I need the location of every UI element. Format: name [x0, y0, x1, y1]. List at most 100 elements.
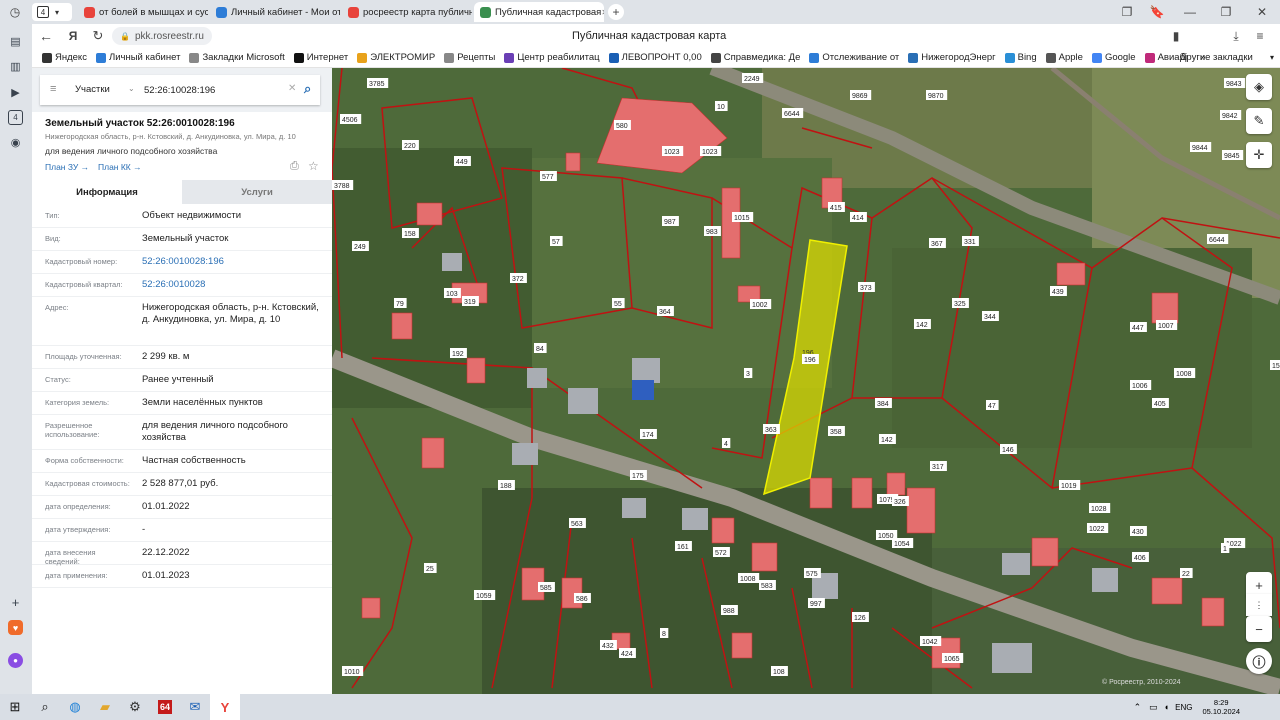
more-button[interactable]: ⋮ [1246, 594, 1272, 616]
bookmark-item[interactable]: Bing [1004, 52, 1037, 63]
parcel-label[interactable]: 249 [352, 241, 369, 251]
parcel-label[interactable]: 158 [402, 228, 419, 238]
bookmark-item[interactable]: Интернет [293, 52, 348, 63]
parcel-label[interactable]: 103 [444, 288, 461, 298]
parcel-label[interactable]: 220 [402, 140, 419, 150]
parcel-label[interactable]: 47 [986, 400, 999, 410]
edge-icon[interactable]: ◍ [60, 694, 90, 720]
parcel-label[interactable]: 563 [569, 518, 586, 528]
parcel-label[interactable]: 9844 [1190, 142, 1212, 152]
parcel-label[interactable]: 987 [662, 216, 679, 226]
parcel-label[interactable]: 1023 [662, 146, 684, 156]
close-icon[interactable]: ✕ [601, 8, 604, 17]
alice-icon[interactable]: ● [8, 653, 23, 668]
parcel-label[interactable]: 1006 [1130, 380, 1152, 390]
parcel-label[interactable]: 1022 [1087, 523, 1109, 533]
browser-tab[interactable]: Публичная кадастровая✕ [474, 2, 604, 22]
close-icon[interactable]: ✕ [1244, 5, 1280, 19]
parcel-label[interactable]: 430 [1130, 526, 1147, 536]
bookmark-item[interactable]: Рецепты [444, 52, 495, 63]
tab-counter[interactable]: 4 ▾ [32, 3, 72, 21]
parcel-label[interactable]: 108 [771, 666, 788, 676]
star-icon[interactable]: ☆ [308, 159, 319, 173]
tab-information[interactable]: Информация [32, 180, 182, 204]
bookmark-item[interactable]: ЛЕВОПРОНТ 0,00 [608, 52, 702, 63]
volume-icon[interactable]: ◖ [1164, 702, 1169, 712]
parcel-label[interactable]: 174 [640, 429, 657, 439]
search-input[interactable] [144, 82, 284, 98]
plan-zu-link[interactable]: План ЗУ → [45, 162, 89, 172]
parcel-label[interactable]: 372 [510, 273, 527, 283]
parcel-label[interactable]: 1042 [920, 636, 942, 646]
parcel-label[interactable]: 325 [952, 298, 969, 308]
parcel-label[interactable]: 439 [1050, 286, 1067, 296]
bookmark-item[interactable]: ЭЛЕКТРОМИР [357, 52, 435, 63]
bookmark-item[interactable]: Личный кабинет [95, 52, 180, 63]
mail-icon[interactable]: ✉ [180, 694, 210, 720]
parcel-label[interactable]: 997 [808, 598, 825, 608]
parcel-label[interactable]: 57 [550, 236, 563, 246]
download-icon[interactable]: ⤓ [1228, 29, 1244, 44]
parcel-label[interactable]: 586 [574, 593, 591, 603]
parcel-label[interactable]: 196 [802, 354, 819, 364]
parcel-label[interactable]: 161 [675, 541, 692, 551]
parcel-label[interactable]: 126 [852, 612, 869, 622]
measure-button[interactable]: ✎ [1246, 108, 1272, 134]
parcel-label[interactable]: 3785 [367, 78, 389, 88]
parcel-label[interactable]: 384 [875, 398, 892, 408]
yandex-icon[interactable]: Я [60, 29, 86, 43]
feed-icon[interactable]: ▤ [8, 34, 23, 49]
bookmark-item[interactable]: Закладки Microsoft [189, 52, 285, 63]
minimize-icon[interactable]: — [1172, 5, 1208, 19]
parcel-label[interactable]: 326 [892, 496, 909, 506]
clear-icon[interactable]: ✕ [288, 83, 296, 94]
parcel-label[interactable]: 406 [1132, 552, 1149, 562]
parcel-label[interactable]: 10 [715, 101, 728, 111]
map-canvas[interactable]: 196 3785 4506 3788 249 220 449 577 580 1023 1023 1… [332, 68, 1280, 694]
parcel-label[interactable]: 8 [660, 628, 669, 638]
parcel-label[interactable]: 583 [759, 580, 776, 590]
bookmark-item[interactable]: Справмедика: Де [710, 52, 800, 63]
parcel-label[interactable]: 317 [930, 461, 947, 471]
parcel-label[interactable]: 4 [722, 438, 731, 448]
bookmark-item[interactable]: Google [1091, 52, 1136, 63]
parcel-label[interactable]: 988 [721, 605, 738, 615]
parcel-label[interactable]: 1023 [700, 146, 722, 156]
parcel-label[interactable]: 575 [804, 568, 821, 578]
parcel-label[interactable]: 1028 [1089, 503, 1111, 513]
parcel-label[interactable]: 1007 [1156, 320, 1178, 330]
bookmark-item[interactable]: НижегородЭнерг [908, 52, 996, 63]
parcel-label[interactable]: 364 [657, 306, 674, 316]
parcel-label[interactable]: 358 [828, 426, 845, 436]
parcel-label[interactable]: 405 [1152, 398, 1169, 408]
cadastral-map[interactable]: 196 3785 4506 3788 249 220 449 577 580 1023 1023 1… [332, 68, 1280, 694]
category-select[interactable]: Участки [75, 84, 110, 95]
other-bookmarks[interactable]: Другие закладки [1180, 52, 1253, 63]
parcel-label[interactable]: 6644 [782, 108, 804, 118]
zoom-out-button[interactable]: − [1246, 616, 1272, 642]
bookmark-item[interactable]: Отслеживание от [809, 52, 899, 63]
clock[interactable]: 8:29 05.10.2024 [1202, 698, 1240, 716]
back-icon[interactable]: ← [32, 28, 60, 44]
parcel-label[interactable]: 55 [612, 298, 625, 308]
history-icon[interactable]: ◷ [0, 0, 30, 24]
explorer-icon[interactable]: ▰ [90, 694, 120, 720]
app-icon[interactable]: ♥ [8, 620, 23, 635]
parcel-label[interactable]: 447 [1130, 322, 1147, 332]
url-field[interactable]: 🔒 pkk.rosreestr.ru [112, 27, 212, 45]
bookmark-icon[interactable]: 🔖 [1142, 5, 1172, 19]
reload-icon[interactable]: ↻ [86, 28, 110, 44]
parcel-label[interactable]: 2249 [742, 73, 764, 83]
parcel-label[interactable]: 580 [614, 120, 631, 130]
network-icon[interactable]: ▭ [1149, 702, 1158, 713]
parcel-label[interactable]: 9869 [850, 90, 872, 100]
parcel-label[interactable]: 9845 [1222, 150, 1244, 160]
parcel-label[interactable]: 150 [1270, 360, 1280, 370]
parcel-label[interactable]: 6644 [1207, 234, 1229, 244]
parcel-label[interactable]: 373 [858, 282, 875, 292]
parcel-label[interactable]: 9870 [926, 90, 948, 100]
new-tab-icon[interactable]: + [608, 4, 624, 20]
browser-tab[interactable]: от болей в мышцах и сус✕ [78, 2, 208, 22]
parcel-label[interactable]: 1008 [1174, 368, 1196, 378]
bookmark-item[interactable]: Центр реабилитац [504, 52, 600, 63]
